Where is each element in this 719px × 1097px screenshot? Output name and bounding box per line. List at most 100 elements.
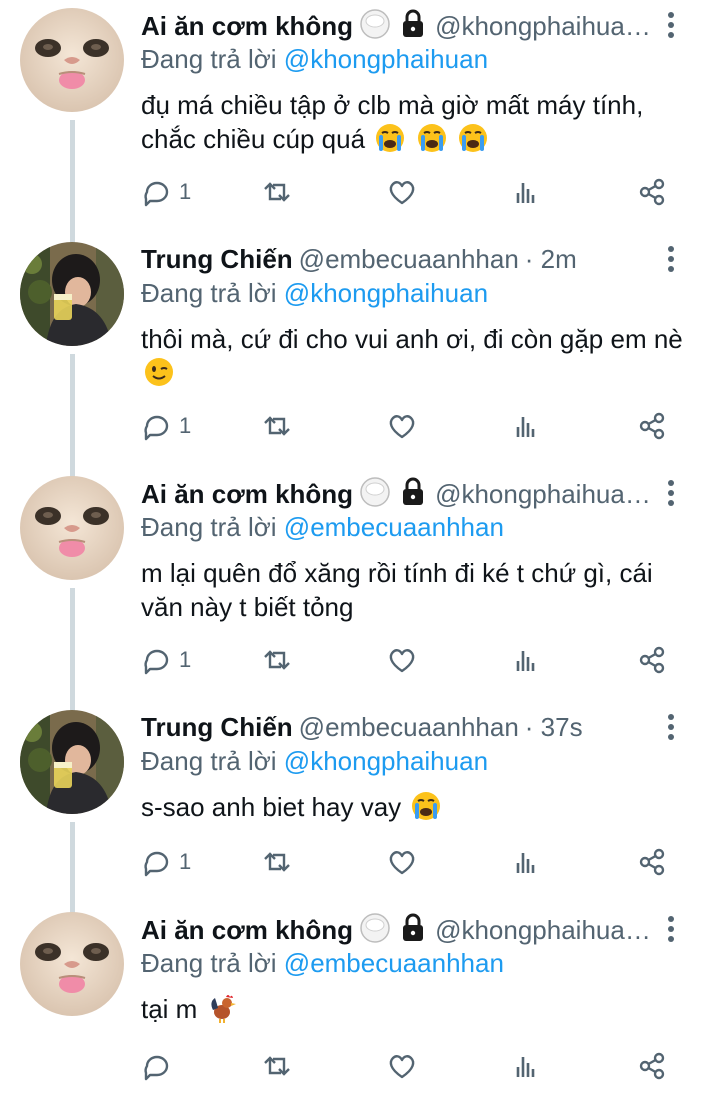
share-icon <box>639 178 665 206</box>
retweet-button[interactable] <box>261 842 293 882</box>
avatar[interactable] <box>20 476 124 580</box>
rice-ball-icon <box>359 8 391 48</box>
replying-to-label: Đang trả lời <box>141 948 277 978</box>
loudly-crying-face-emoji-icon <box>410 790 442 830</box>
retweet-button[interactable] <box>261 406 293 446</box>
avatar[interactable] <box>20 710 124 814</box>
lock-icon <box>397 8 429 48</box>
like-icon <box>389 851 415 875</box>
username[interactable]: @khongphaihua… <box>435 479 651 509</box>
share-button[interactable] <box>636 842 668 882</box>
avatar[interactable] <box>20 242 124 346</box>
tweet-text-body: thôi mà, cứ đi cho vui anh ơi, đi còn gặ… <box>141 324 683 354</box>
views-icon <box>516 183 535 203</box>
views-icon <box>516 417 535 437</box>
retweet-icon <box>264 650 290 670</box>
retweet-button[interactable] <box>261 640 293 680</box>
tweet-text-body: tại m <box>141 994 198 1024</box>
reply-mention-link[interactable]: @embecuaanhhan <box>284 948 504 978</box>
views-button[interactable] <box>511 172 543 212</box>
replying-to: Đang trả lời @khongphaihuan <box>141 276 701 310</box>
tweet-text-body: m lại quên đổ xăng rồi tính đi ké t chứ … <box>141 558 653 622</box>
like-button[interactable] <box>386 1046 418 1086</box>
reply-count: 1 <box>179 647 192 672</box>
retweet-button[interactable] <box>261 172 293 212</box>
tweet-actions: 1 <box>141 842 701 882</box>
share-button[interactable] <box>636 172 668 212</box>
avatar[interactable] <box>20 8 124 112</box>
reply-button[interactable] <box>141 1046 173 1086</box>
replying-to-label: Đang trả lời <box>141 44 277 74</box>
loudly-crying-face-emoji-icon <box>374 122 406 162</box>
share-button[interactable] <box>636 1046 668 1086</box>
tweet-content: Trung Chiến @embecuaanhhan · 37s Đang trả l… <box>141 710 701 877</box>
views-icon <box>516 1057 535 1077</box>
username[interactable]: @embecuaanhhan <box>299 244 519 274</box>
reply-icon <box>144 1055 169 1081</box>
views-button[interactable] <box>511 842 543 882</box>
share-button[interactable] <box>636 406 668 446</box>
reply-button[interactable]: 1 <box>141 842 191 882</box>
like-icon <box>389 415 415 439</box>
more-options-icon[interactable] <box>665 912 677 946</box>
tweet-text: m lại quên đổ xăng rồi tính đi ké t chứ … <box>141 556 701 624</box>
tweet-header: Ai ăn cơm không @khongphaihua… <box>141 476 701 510</box>
reply-button[interactable]: 1 <box>141 406 191 446</box>
username[interactable]: @embecuaanhhan <box>299 712 519 742</box>
display-name[interactable]: Ai ăn cơm không <box>141 11 353 41</box>
username[interactable]: @khongphaihua… <box>435 915 651 945</box>
more-options-icon[interactable] <box>665 242 677 276</box>
timestamp[interactable]: · 37s <box>525 712 583 742</box>
tweet[interactable]: Ai ăn cơm không @khongphaihua… Đang trả l… <box>0 912 719 1090</box>
reply-button[interactable]: 1 <box>141 640 191 680</box>
like-icon <box>389 649 415 673</box>
more-options-icon[interactable] <box>665 476 677 510</box>
more-options-icon[interactable] <box>665 8 677 42</box>
display-name[interactable]: Ai ăn cơm không <box>141 915 353 945</box>
timestamp[interactable]: · 2m <box>525 244 577 274</box>
reply-button[interactable]: 1 <box>141 172 191 212</box>
tweet-header: Ai ăn cơm không @khongphaihua… <box>141 8 701 42</box>
like-button[interactable] <box>386 640 418 680</box>
retweet-button[interactable] <box>261 1046 293 1086</box>
avatar[interactable] <box>20 912 124 1016</box>
reply-mention-link[interactable]: @khongphaihuan <box>284 278 488 308</box>
share-icon <box>639 412 665 440</box>
tweet[interactable]: Ai ăn cơm không @khongphaihua… Đang trả l… <box>0 476 719 684</box>
views-button[interactable] <box>511 640 543 680</box>
like-button[interactable] <box>386 406 418 446</box>
display-name[interactable]: Ai ăn cơm không <box>141 479 353 509</box>
tweet-content: Trung Chiến @embecuaanhhan · 2m Đang trả lờ… <box>141 242 701 441</box>
tweet-actions <box>141 1046 701 1086</box>
reply-icon <box>144 181 169 207</box>
reply-mention-link[interactable]: @khongphaihuan <box>284 746 488 776</box>
display-name[interactable]: Trung Chiến <box>141 244 293 274</box>
share-button[interactable] <box>636 640 668 680</box>
tweet-actions: 1 <box>141 406 701 446</box>
loudly-crying-face-emoji-icon <box>416 122 448 162</box>
tweet[interactable]: Trung Chiến @embecuaanhhan · 37s Đang trả l… <box>0 710 719 886</box>
reply-mention-link[interactable]: @embecuaanhhan <box>284 512 504 542</box>
more-options-icon[interactable] <box>665 710 677 744</box>
share-icon <box>639 848 665 876</box>
username[interactable]: @khongphaihua… <box>435 11 651 41</box>
share-icon <box>639 646 665 674</box>
views-button[interactable] <box>511 406 543 446</box>
display-name[interactable]: Trung Chiến <box>141 712 293 742</box>
reply-mention-link[interactable]: @khongphaihuan <box>284 44 488 74</box>
rice-ball-icon <box>359 476 391 516</box>
tweet[interactable]: Ai ăn cơm không @khongphaihua… Đang trả l… <box>0 8 719 216</box>
like-icon <box>389 181 415 205</box>
views-button[interactable] <box>511 1046 543 1086</box>
tweet-actions: 1 <box>141 172 701 212</box>
retweet-icon <box>264 1056 290 1076</box>
tweet-header: Trung Chiến @embecuaanhhan · 2m <box>141 242 701 276</box>
reply-icon <box>144 649 169 675</box>
reply-count: 1 <box>179 413 192 438</box>
reply-thread: Ai ăn cơm không @khongphaihua… Đang trả l… <box>0 0 719 1097</box>
tweet-actions: 1 <box>141 640 701 680</box>
tweet[interactable]: Trung Chiến @embecuaanhhan · 2m Đang trả lờ… <box>0 242 719 450</box>
like-button[interactable] <box>386 172 418 212</box>
loudly-crying-face-emoji-icon <box>457 122 489 162</box>
like-button[interactable] <box>386 842 418 882</box>
